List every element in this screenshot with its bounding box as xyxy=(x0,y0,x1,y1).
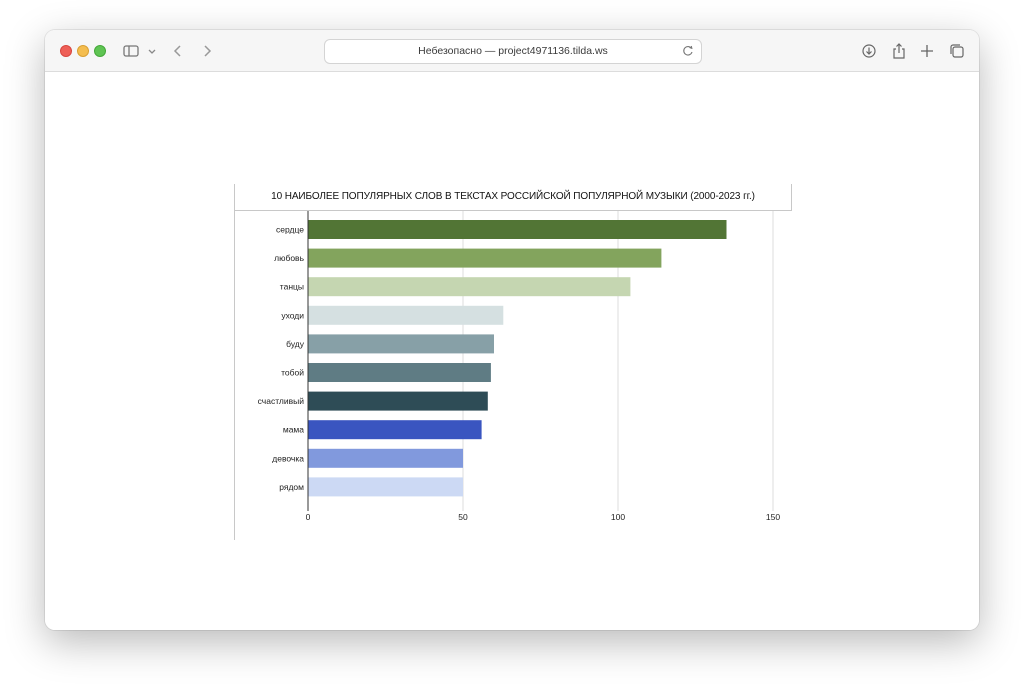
category-label: счастливый xyxy=(258,396,305,406)
forward-icon[interactable] xyxy=(197,41,217,61)
bar-2[interactable] xyxy=(308,248,662,268)
category-label: тобой xyxy=(281,368,304,378)
page-content: 10 НАИБОЛЕЕ ПОПУЛЯРНЫХ СЛОВ В ТЕКСТАХ РО… xyxy=(45,72,979,630)
tab-overview-icon[interactable] xyxy=(947,41,967,61)
category-label: танцы xyxy=(280,282,304,292)
x-tick-label: 150 xyxy=(766,512,780,522)
bar-chart: 0 50 100 150 сердце любовь танцы уходи буду тобой… xyxy=(258,211,780,522)
close-window-button[interactable] xyxy=(60,45,72,57)
category-label: буду xyxy=(286,339,305,349)
chevron-down-icon[interactable] xyxy=(142,41,162,61)
reload-icon[interactable] xyxy=(681,44,695,58)
bar-9[interactable] xyxy=(308,448,463,468)
category-label: любовь xyxy=(274,253,304,263)
bar-1[interactable] xyxy=(308,220,727,239)
category-label: рядом xyxy=(279,482,304,492)
share-icon[interactable] xyxy=(889,41,909,61)
chart-title: 10 НАИБОЛЕЕ ПОПУЛЯРНЫХ СЛОВ В ТЕКСТАХ РО… xyxy=(271,191,755,202)
category-label: сердце xyxy=(276,225,304,235)
download-icon[interactable] xyxy=(859,41,879,61)
x-tick-label: 0 xyxy=(306,512,311,522)
new-tab-icon[interactable] xyxy=(917,41,937,61)
address-bar[interactable]: Небезопасно — project4971136.tilda.ws xyxy=(324,39,702,64)
bar-7[interactable] xyxy=(308,391,488,411)
zoom-window-button[interactable] xyxy=(94,45,106,57)
category-label: мама xyxy=(283,425,304,435)
chart-title-bar: 10 НАИБОЛЕЕ ПОПУЛЯРНЫХ СЛОВ В ТЕКСТАХ РО… xyxy=(234,184,792,211)
chart-container: 10 НАИБОЛЕЕ ПОПУЛЯРНЫХ СЛОВ В ТЕКСТАХ РО… xyxy=(234,184,792,540)
x-tick-label: 100 xyxy=(611,512,625,522)
back-icon[interactable] xyxy=(168,41,188,61)
bar-5[interactable] xyxy=(308,334,494,354)
sidebar-icon[interactable] xyxy=(121,41,141,61)
bar-8[interactable] xyxy=(308,420,482,440)
bar-10[interactable] xyxy=(308,477,463,497)
minimize-window-button[interactable] xyxy=(77,45,89,57)
bar-6[interactable] xyxy=(308,363,491,382)
bar-3[interactable] xyxy=(308,277,631,297)
category-label: уходи xyxy=(281,310,304,320)
bar-4[interactable] xyxy=(308,305,504,325)
browser-window: Небезопасно — project4971136.tilda.ws 10… xyxy=(45,30,979,630)
address-text: Небезопасно — project4971136.tilda.ws xyxy=(418,45,608,57)
x-tick-label: 50 xyxy=(458,512,468,522)
category-label: девочка xyxy=(272,453,304,463)
browser-toolbar: Небезопасно — project4971136.tilda.ws xyxy=(45,30,979,72)
